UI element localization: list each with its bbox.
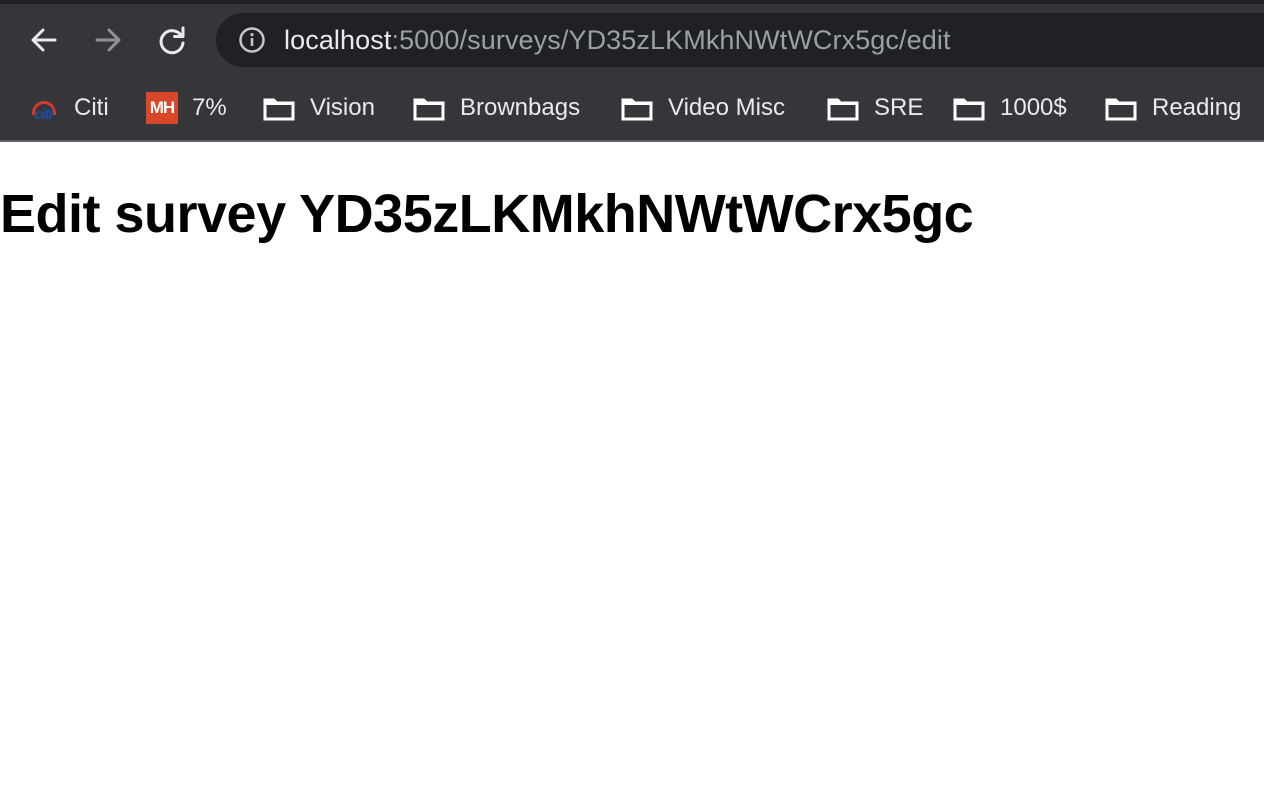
info-icon[interactable] <box>238 26 266 54</box>
url-text[interactable]: localhost:5000/surveys/YD35zLKMkhNWtWCrx… <box>284 13 951 67</box>
mh-logo-icon: MH <box>146 92 178 124</box>
bookmark-label: Vision <box>310 94 375 121</box>
bookmark-label: Reading <box>1152 94 1242 121</box>
forward-arrow-icon <box>92 24 124 56</box>
bookmark-citi[interactable]: citi Citi <box>26 78 109 138</box>
bookmark-folder-reading[interactable]: Reading <box>1104 78 1241 138</box>
bookmark-label: 1000$ <box>1000 94 1067 121</box>
back-button[interactable] <box>24 20 64 60</box>
tab-strip <box>0 0 1264 4</box>
bookmark-label: Video Misc <box>668 94 785 121</box>
browser-chrome: localhost:5000/surveys/YD35zLKMkhNWtWCrx… <box>0 0 1264 142</box>
page-title: Edit survey YD35zLKMkhNWtWCrx5gc <box>0 184 974 244</box>
forward-button[interactable] <box>88 20 128 60</box>
url-path: :5000/surveys/YD35zLKMkhNWtWCrx5gc/edit <box>391 25 951 55</box>
page-content: Edit survey YD35zLKMkhNWtWCrx5gc <box>0 142 1264 810</box>
folder-icon <box>412 94 446 122</box>
reload-button[interactable] <box>152 20 192 60</box>
bookmark-label: Citi <box>74 94 109 121</box>
bookmark-folder-1000[interactable]: 1000$ <box>952 78 1067 138</box>
bookmark-label: SRE <box>874 94 924 121</box>
address-bar[interactable]: localhost:5000/surveys/YD35zLKMkhNWtWCrx… <box>216 13 1264 67</box>
bookmark-folder-brownbags[interactable]: Brownbags <box>412 78 580 138</box>
url-host: localhost <box>284 25 392 55</box>
bookmark-folder-vision[interactable]: Vision <box>262 78 375 138</box>
folder-icon <box>826 94 860 122</box>
folder-icon <box>1104 94 1138 122</box>
back-arrow-icon <box>28 24 60 56</box>
reload-icon <box>156 24 188 56</box>
bookmark-folder-video-misc[interactable]: Video Misc <box>620 78 785 138</box>
folder-icon <box>952 94 986 122</box>
bookmark-label: Brownbags <box>460 94 581 121</box>
bookmark-label: 7% <box>192 94 227 121</box>
bookmark-mh[interactable]: MH 7% <box>146 78 227 138</box>
bookmark-folder-sre[interactable]: SRE <box>826 78 923 138</box>
folder-icon <box>620 94 654 122</box>
folder-icon <box>262 94 296 122</box>
citi-logo-icon: citi <box>26 93 60 123</box>
bookmarks-bar: citi Citi MH 7% Vision Brownbags Video M… <box>0 78 1264 138</box>
